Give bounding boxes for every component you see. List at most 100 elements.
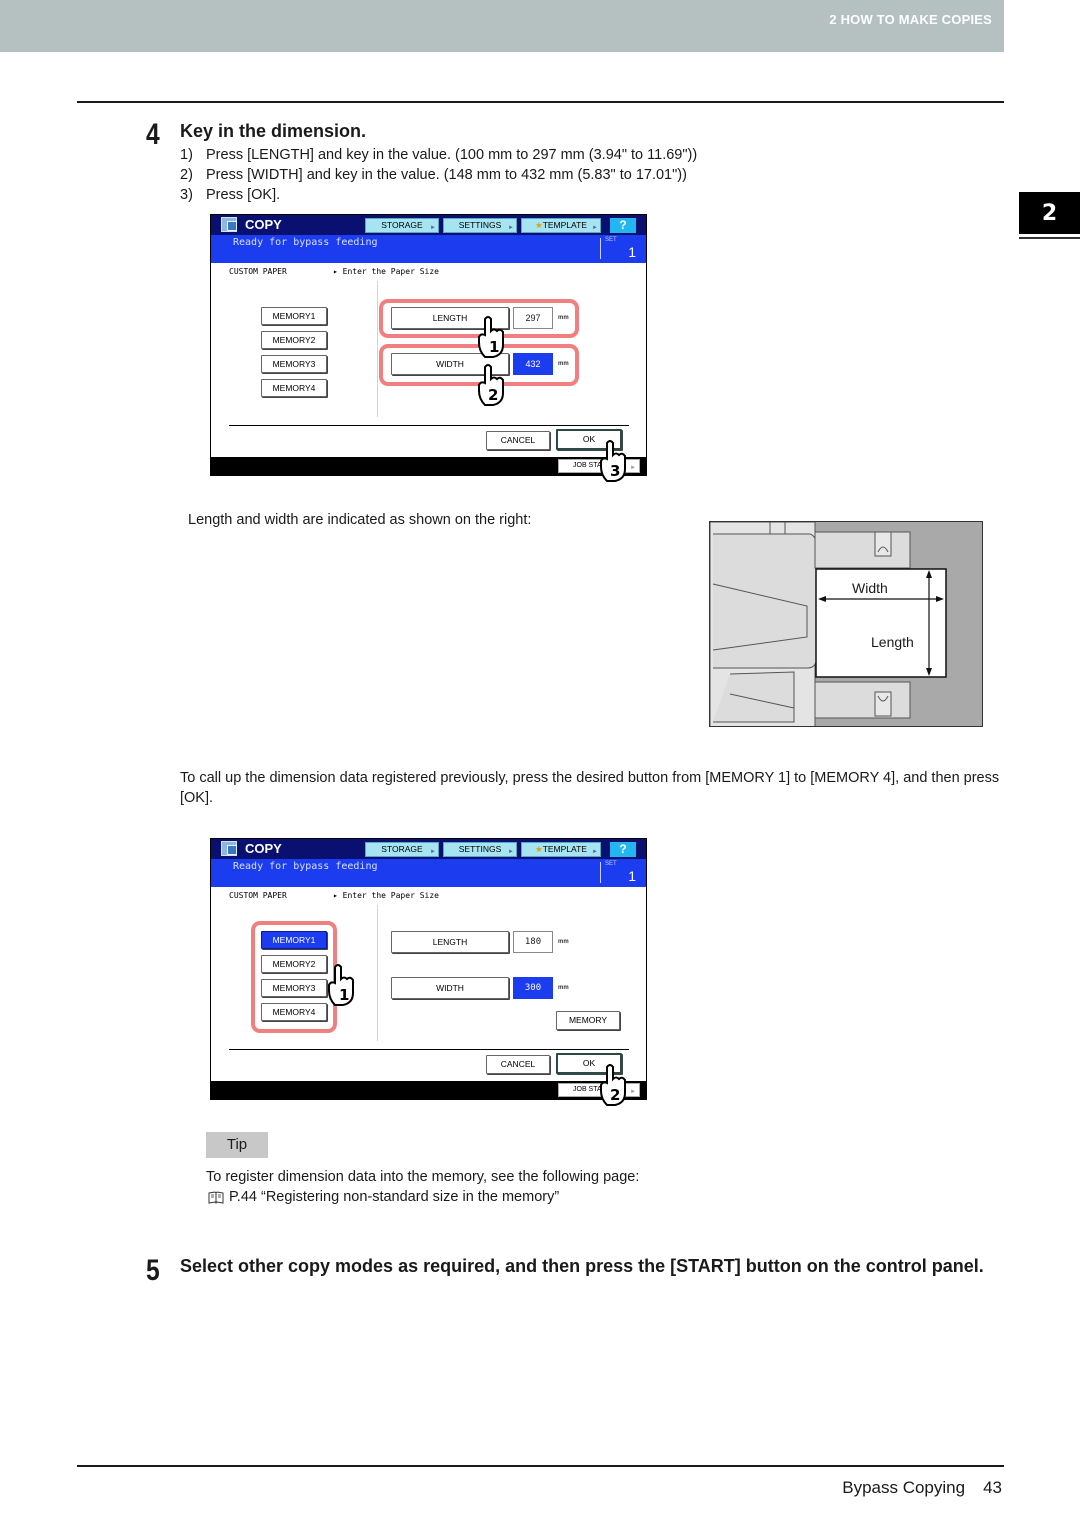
memory1-button[interactable]: MEMORY1 (261, 307, 327, 325)
substep-text: Press [LENGTH] and key in the value. (10… (206, 147, 698, 163)
screen-topbar: COPY STORAGE ► SETTINGS ► ★TEMPLATE ► ? (211, 839, 646, 859)
width-label: Width (852, 580, 888, 596)
length-label: Length (871, 634, 914, 650)
divider (377, 905, 378, 1041)
substep-number: 1) (180, 147, 193, 163)
screen-app-title: COPY (245, 841, 282, 856)
tab-settings[interactable]: SETTINGS ► (443, 218, 517, 233)
bottom-rule (77, 1465, 1004, 1467)
step-number: 5 (146, 1254, 160, 1287)
cancel-button[interactable]: CANCEL (486, 1055, 550, 1074)
tab-settings[interactable]: SETTINGS ► (443, 842, 517, 857)
footer: Bypass Copying 43 (842, 1478, 1002, 1498)
cancel-button[interactable]: CANCEL (486, 431, 550, 450)
star-icon: ★ (535, 220, 543, 230)
memory3-button[interactable]: MEMORY3 (261, 355, 327, 373)
tab-label: SETTINGS (458, 220, 502, 230)
callout-2: 2 (488, 386, 498, 404)
screen-status-bar: Ready for bypass feeding SET 1 (211, 235, 646, 263)
divider (377, 281, 378, 417)
book-icon (208, 1190, 224, 1204)
screen-bottom-bar: JOB STATUS ► (211, 1081, 646, 1099)
screen-crumb-hint: ▸ Enter the Paper Size (333, 891, 439, 900)
header-band: 2 HOW TO MAKE COPIES (0, 0, 1004, 52)
arrow-icon: ► (592, 225, 598, 231)
callout-1: 1 (339, 986, 349, 1004)
set-label: SET (605, 861, 617, 867)
divider (229, 1049, 629, 1050)
copy-icon (221, 217, 237, 232)
memory-save-button[interactable]: MEMORY (556, 1011, 620, 1030)
status-message: Ready for bypass feeding (233, 237, 378, 248)
copier-screen-memory: COPY STORAGE ► SETTINGS ► ★TEMPLATE ► ? Rea… (210, 838, 647, 1106)
tab-storage[interactable]: STORAGE ► (365, 218, 439, 233)
step-title: Key in the dimension. (180, 121, 367, 141)
substep: 1) Press [LENGTH] and key in the value. (… (180, 145, 697, 165)
status-message: Ready for bypass feeding (233, 861, 378, 872)
chapter-label: 2 HOW TO MAKE COPIES (829, 12, 992, 27)
set-count: 1 (628, 868, 636, 884)
screen-bottom-bar: JOB STATUS ► (211, 457, 646, 475)
chapter-tab-rule (1019, 237, 1080, 239)
substep-text: Press [OK]. (206, 187, 281, 203)
tab-label: SETTINGS (458, 844, 502, 854)
tab-template[interactable]: ★TEMPLATE ► (521, 218, 601, 233)
width-field[interactable]: 300 (513, 977, 553, 999)
divider (229, 425, 629, 426)
tab-label: STORAGE (381, 220, 423, 230)
screen-status-bar: Ready for bypass feeding SET 1 (211, 859, 646, 887)
set-separator (600, 238, 601, 259)
tab-label: TEMPLATE (542, 220, 587, 230)
memory4-button[interactable]: MEMORY4 (261, 379, 327, 397)
set-count: 1 (628, 244, 636, 260)
arrow-icon: ► (430, 849, 436, 855)
hand-pointer-icon: 3 (600, 440, 626, 482)
callout-1: 1 (489, 338, 499, 356)
memory2-button[interactable]: MEMORY2 (261, 331, 327, 349)
length-unit: mm (558, 939, 569, 945)
copier-screen-length-width: COPY STORAGE ► SETTINGS ► ★TEMPLATE ► ? Rea… (210, 214, 647, 482)
set-separator (600, 862, 601, 883)
set-label: SET (605, 237, 617, 243)
substep-text: Press [WIDTH] and key in the value. (148… (206, 167, 687, 183)
paper-orientation-illustration: Width Length (709, 521, 983, 727)
hand-pointer-icon: 2 (478, 364, 504, 406)
hand-pointer-icon: 1 (478, 316, 504, 358)
substep: 2) Press [WIDTH] and key in the value. (1… (180, 165, 697, 185)
substep-number: 2) (180, 167, 193, 183)
callout-2: 2 (610, 1086, 620, 1104)
callout-3: 3 (610, 462, 620, 480)
arrow-icon: ► (508, 225, 514, 231)
length-field[interactable]: 180 (513, 931, 553, 953)
width-button[interactable]: WIDTH (391, 977, 509, 999)
chapter-tab[interactable]: 2 (1019, 192, 1080, 234)
screen-app-title: COPY (245, 217, 282, 232)
bypass-tray-drawing (710, 522, 947, 726)
hand-pointer-icon: 2 (600, 1064, 626, 1106)
tab-template[interactable]: ★TEMPLATE ► (521, 842, 601, 857)
step-number: 4 (146, 118, 160, 151)
help-button[interactable]: ? (610, 218, 636, 233)
tip-label: Tip (206, 1132, 268, 1158)
tip-reference[interactable]: P.44 “Registering non-standard size in t… (208, 1187, 559, 1207)
top-rule (77, 101, 1004, 103)
screen-topbar: COPY STORAGE ► SETTINGS ► ★TEMPLATE ► ? (211, 215, 646, 235)
tab-label: STORAGE (381, 844, 423, 854)
tab-label: TEMPLATE (542, 844, 587, 854)
help-button[interactable]: ? (610, 842, 636, 857)
page-number: 43 (983, 1478, 1002, 1497)
arrow-icon: ► (508, 849, 514, 855)
length-button[interactable]: LENGTH (391, 931, 509, 953)
substep-number: 3) (180, 187, 193, 203)
screen-crumb-hint: ▸ Enter the Paper Size (333, 267, 439, 276)
screen-crumb: CUSTOM PAPER (229, 267, 287, 276)
substep: 3) Press [OK]. (180, 185, 697, 205)
hand-pointer-icon: 1 (328, 964, 354, 1006)
substep-list: 1) Press [LENGTH] and key in the value. (… (180, 145, 697, 205)
tab-storage[interactable]: STORAGE ► (365, 842, 439, 857)
dimension-note: Length and width are indicated as shown … (188, 512, 532, 528)
copy-icon (221, 841, 237, 856)
tip-reference-link[interactable]: P.44 “Registering non-standard size in t… (229, 1187, 559, 1207)
arrow-icon: ► (430, 225, 436, 231)
width-unit: mm (558, 985, 569, 991)
